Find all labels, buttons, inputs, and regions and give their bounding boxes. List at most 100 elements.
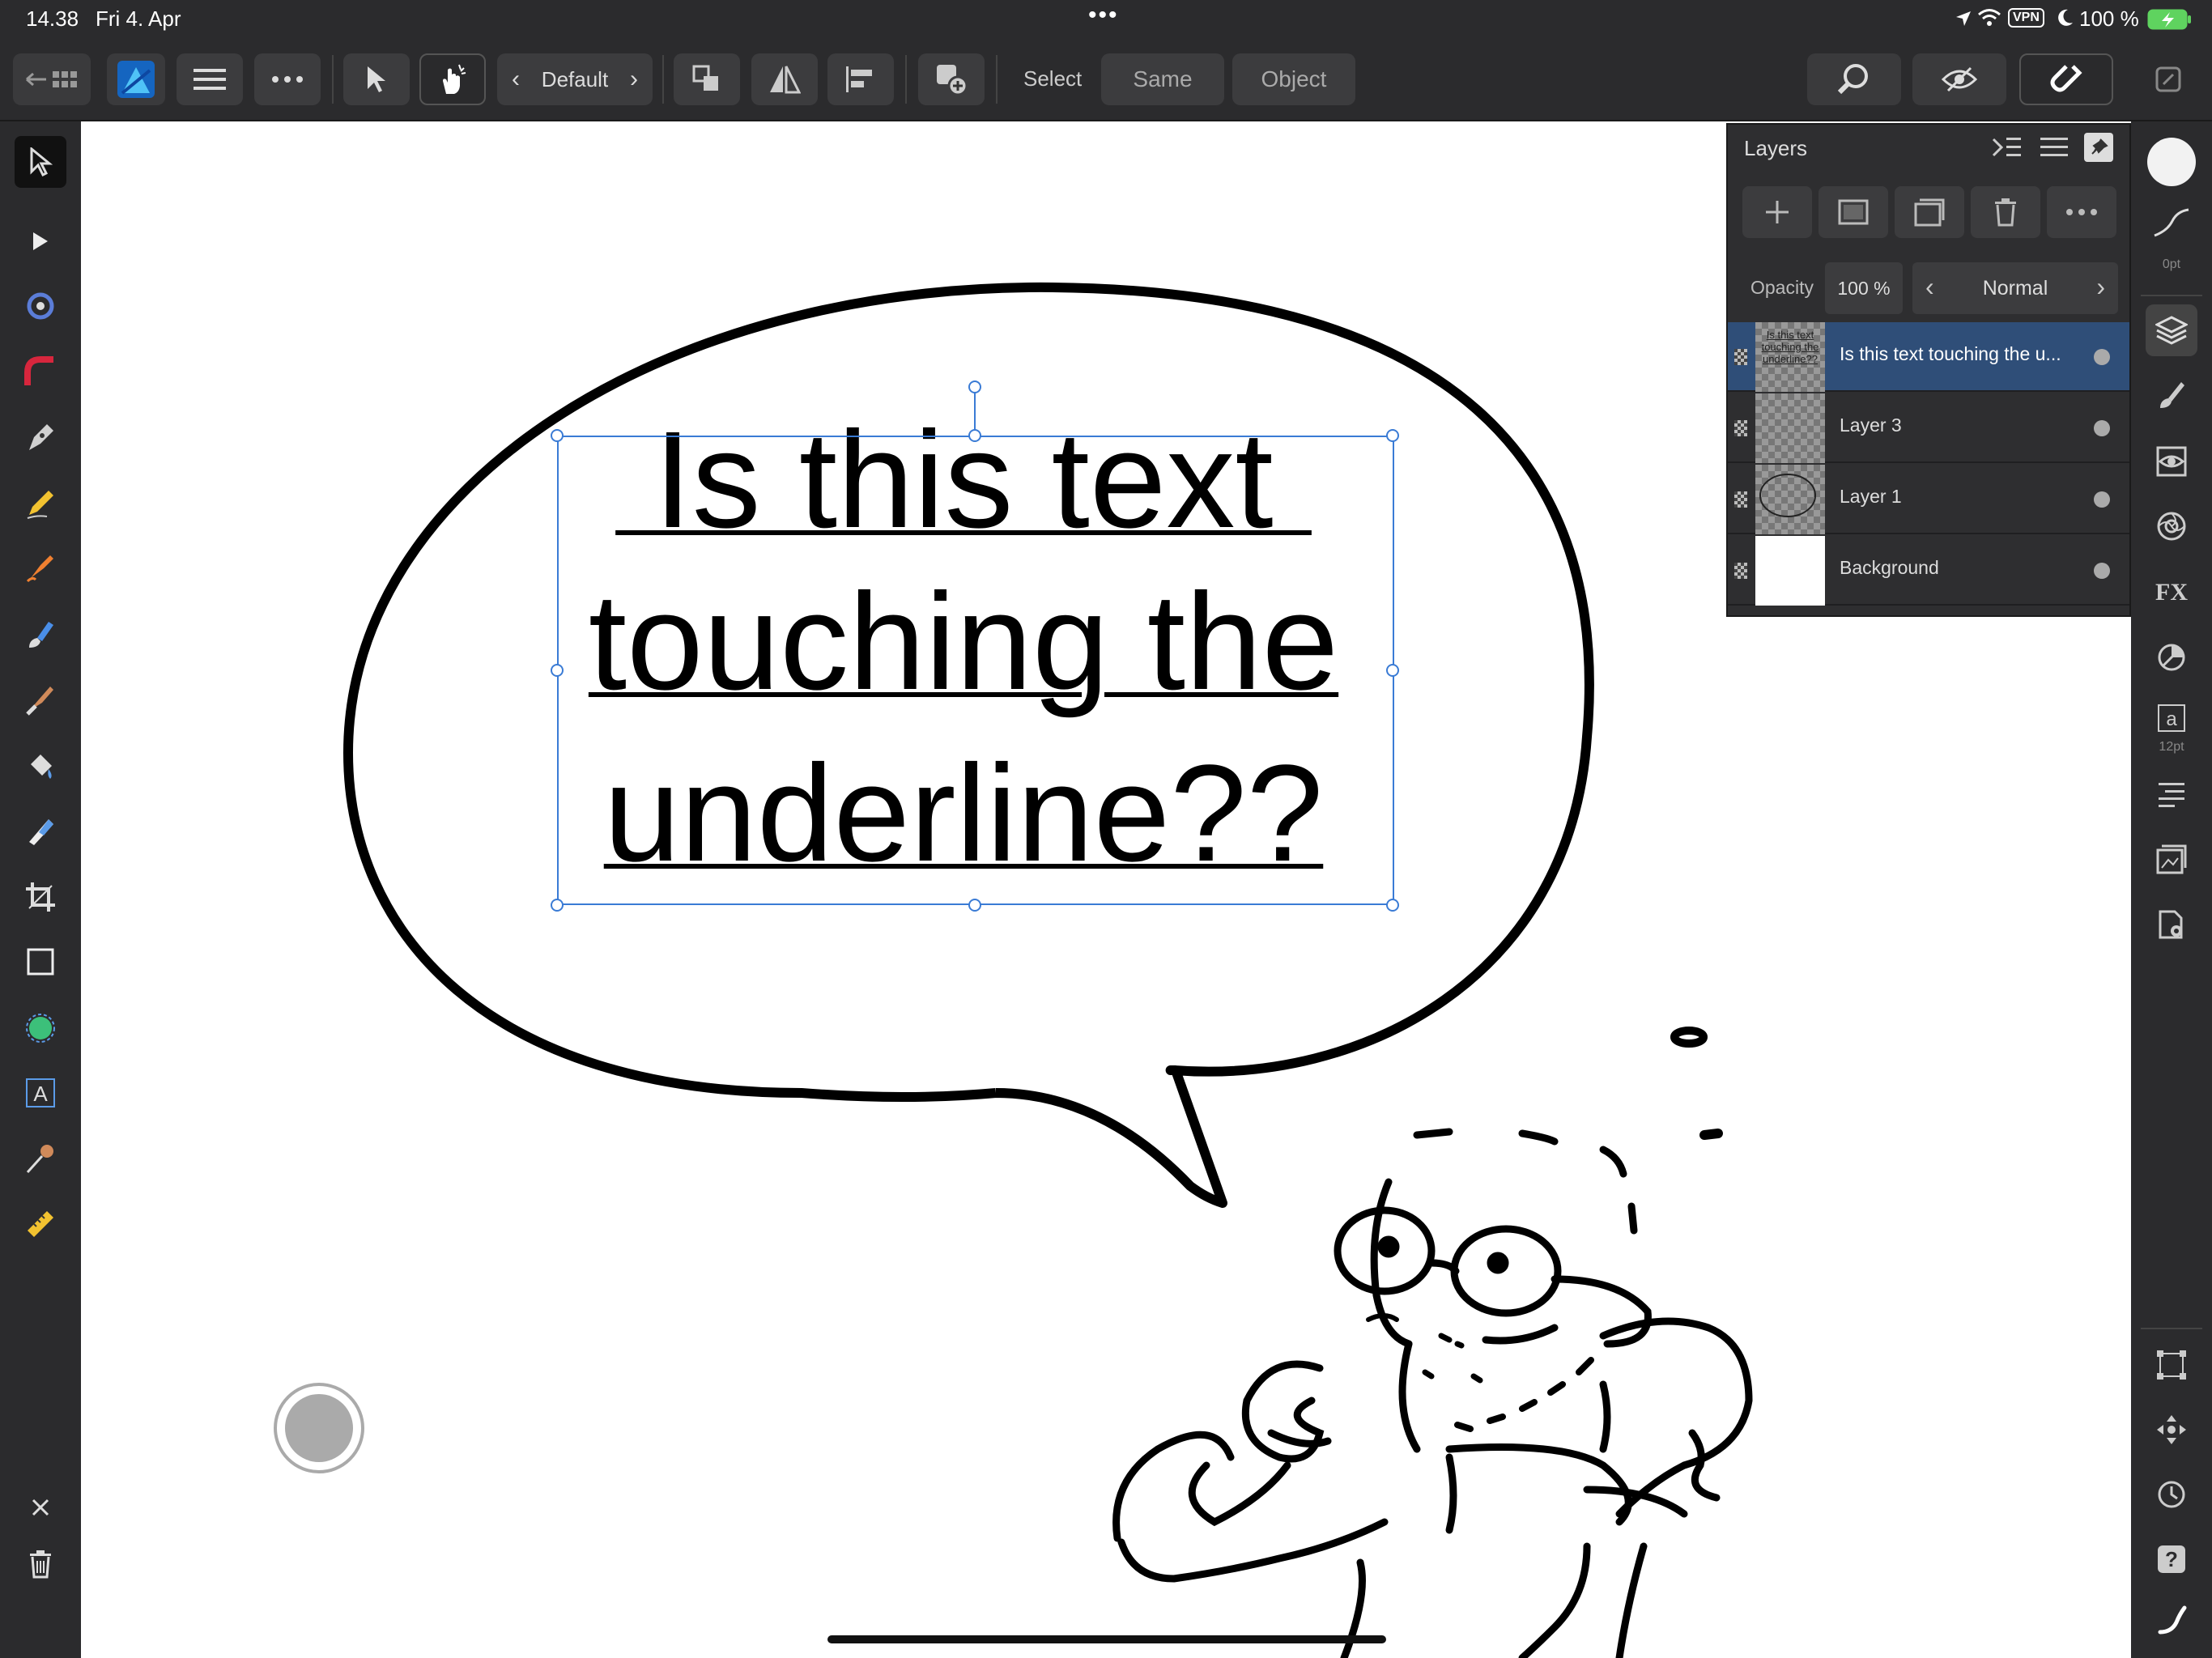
blend-next-icon[interactable]: ›	[2096, 272, 2105, 302]
layer-drag-handle[interactable]	[1734, 491, 1747, 508]
document-settings-studio-icon[interactable]	[2146, 899, 2197, 950]
layer-options-button[interactable]	[2047, 186, 2116, 238]
transform-studio-icon[interactable]	[2146, 1339, 2197, 1391]
align-icon[interactable]	[827, 53, 894, 105]
panel-menu-icon[interactable]	[2040, 136, 2068, 163]
fx-studio-icon[interactable]: FX	[2146, 567, 2197, 619]
history-studio-icon[interactable]	[2146, 1469, 2197, 1520]
arrange-icon[interactable]	[674, 53, 740, 105]
layer-drag-handle[interactable]	[1734, 420, 1747, 436]
paint-brush-tool-icon[interactable]	[15, 609, 66, 661]
pin-panel-icon[interactable]	[2084, 133, 2113, 162]
pen-tool-icon[interactable]	[15, 411, 66, 463]
zoom-view-button[interactable]	[1807, 53, 1901, 105]
appearance-studio-icon[interactable]	[2146, 436, 2197, 487]
assets-studio-icon[interactable]	[2146, 834, 2197, 886]
menu-button[interactable]	[177, 53, 243, 105]
preset-next-icon[interactable]: ›	[630, 66, 638, 93]
paragraph-studio-icon[interactable]	[2146, 769, 2197, 821]
delete-layer-button[interactable]	[1971, 186, 2040, 238]
rotation-handle[interactable]	[968, 380, 981, 393]
node-tool-icon[interactable]	[15, 215, 66, 267]
layer-visibility-dot[interactable]	[2094, 349, 2110, 365]
persona-designer-icon[interactable]	[107, 53, 165, 105]
pencil-tool-icon[interactable]	[15, 478, 66, 529]
navigator-studio-icon[interactable]	[2146, 1404, 2197, 1456]
help-studio-icon[interactable]: ?	[2146, 1533, 2197, 1585]
move-tool-icon[interactable]	[15, 136, 66, 188]
layers-studio-icon[interactable]	[2146, 304, 2197, 356]
layer-visibility-dot[interactable]	[2094, 491, 2110, 508]
resize-handle-left[interactable]	[551, 664, 564, 677]
fill-tool-icon[interactable]	[15, 740, 66, 792]
group-layers-button[interactable]	[1895, 186, 1964, 238]
brushes-studio-icon[interactable]	[2146, 369, 2197, 421]
selection-bounding-box[interactable]	[557, 436, 1394, 905]
layer-visibility-dot[interactable]	[2094, 563, 2110, 579]
layer-row-layer3[interactable]: Layer 3	[1728, 393, 2129, 463]
preset-label: Default	[541, 66, 609, 91]
layer-name: Background	[1840, 557, 1939, 578]
crop-tool-icon[interactable]	[15, 871, 66, 923]
stroke-icon[interactable]	[2146, 202, 2197, 243]
toolbar-divider	[905, 55, 907, 104]
trash-icon[interactable]	[15, 1538, 66, 1590]
resize-handle-right[interactable]	[1386, 664, 1399, 677]
more-options-button[interactable]	[254, 53, 321, 105]
multitask-dots-icon[interactable]: •••	[1088, 2, 1119, 29]
fullscreen-icon[interactable]	[2142, 53, 2194, 105]
vector-brush-tool-icon[interactable]	[15, 542, 66, 594]
resize-handle-top[interactable]	[968, 429, 981, 442]
view-mode-button[interactable]	[1912, 53, 2006, 105]
resize-handle-bottom-right[interactable]	[1386, 899, 1399, 912]
close-icon[interactable]	[15, 1482, 66, 1533]
layer-row-background[interactable]: Background	[1728, 536, 2129, 606]
home-indicator[interactable]	[827, 1635, 1386, 1643]
back-to-gallery-button[interactable]	[13, 53, 91, 105]
layer-visibility-dot[interactable]	[2094, 420, 2110, 436]
opacity-field[interactable]: 100 %	[1825, 262, 1903, 314]
battery-percent: 100 %	[2079, 6, 2139, 31]
resize-handle-bottom[interactable]	[968, 899, 981, 912]
command-controller[interactable]	[274, 1383, 364, 1473]
rectangle-tool-icon[interactable]	[15, 936, 66, 988]
blend-mode-selector[interactable]: ‹ Normal ›	[1912, 262, 2118, 314]
artistic-text-tool-icon[interactable]: A	[15, 1067, 66, 1119]
toolbar-divider	[662, 55, 664, 104]
text-style-studio-icon[interactable]: a	[2146, 696, 2197, 740]
touch-gesture-button[interactable]	[419, 53, 486, 105]
erase-brush-tool-icon[interactable]	[15, 674, 66, 725]
color-studio-icon[interactable]	[2146, 500, 2197, 552]
add-mask-button[interactable]	[1819, 186, 1888, 238]
resize-handle-bottom-left[interactable]	[551, 899, 564, 912]
status-date: Fri 4. Apr	[96, 6, 181, 31]
resize-handle-top-left[interactable]	[551, 429, 564, 442]
layer-drag-handle[interactable]	[1734, 563, 1747, 579]
preset-selector[interactable]: ‹ Default ›	[497, 53, 653, 105]
swatches-studio-icon[interactable]	[2146, 631, 2197, 683]
select-mode-button[interactable]	[343, 53, 410, 105]
preset-prev-icon[interactable]: ‹	[512, 66, 520, 93]
layer-name: Layer 3	[1840, 414, 1902, 436]
color-picker-tool-icon[interactable]	[15, 1133, 66, 1185]
transparency-tool-icon[interactable]	[15, 805, 66, 857]
layer-row-layer1[interactable]: Layer 1	[1728, 465, 2129, 534]
layer-thumbnail	[1755, 536, 1825, 606]
resize-handle-top-right[interactable]	[1386, 429, 1399, 442]
measure-tool-icon[interactable]	[15, 1198, 66, 1250]
shape-tool-icon[interactable]	[15, 1002, 66, 1054]
layer-row-text[interactable]: Is this text touching the underline?? Is…	[1728, 322, 2129, 392]
gradient-tool-icon[interactable]	[15, 346, 66, 398]
opacity-label: Opacity	[1750, 277, 1814, 298]
layer-drag-handle[interactable]	[1734, 349, 1747, 365]
add-layer-button[interactable]	[1742, 186, 1812, 238]
snapping-magnet-button[interactable]	[2019, 53, 2113, 105]
flip-icon[interactable]	[751, 53, 818, 105]
corner-tool-icon[interactable]	[15, 280, 66, 332]
color-swatch[interactable]	[2146, 136, 2197, 188]
select-same-button[interactable]: Same	[1101, 53, 1224, 105]
hand-tool-icon[interactable]	[2146, 1593, 2197, 1645]
add-shape-icon[interactable]	[918, 53, 985, 105]
select-object-button[interactable]: Object	[1232, 53, 1355, 105]
collapse-panel-icon[interactable]	[1992, 134, 2023, 164]
